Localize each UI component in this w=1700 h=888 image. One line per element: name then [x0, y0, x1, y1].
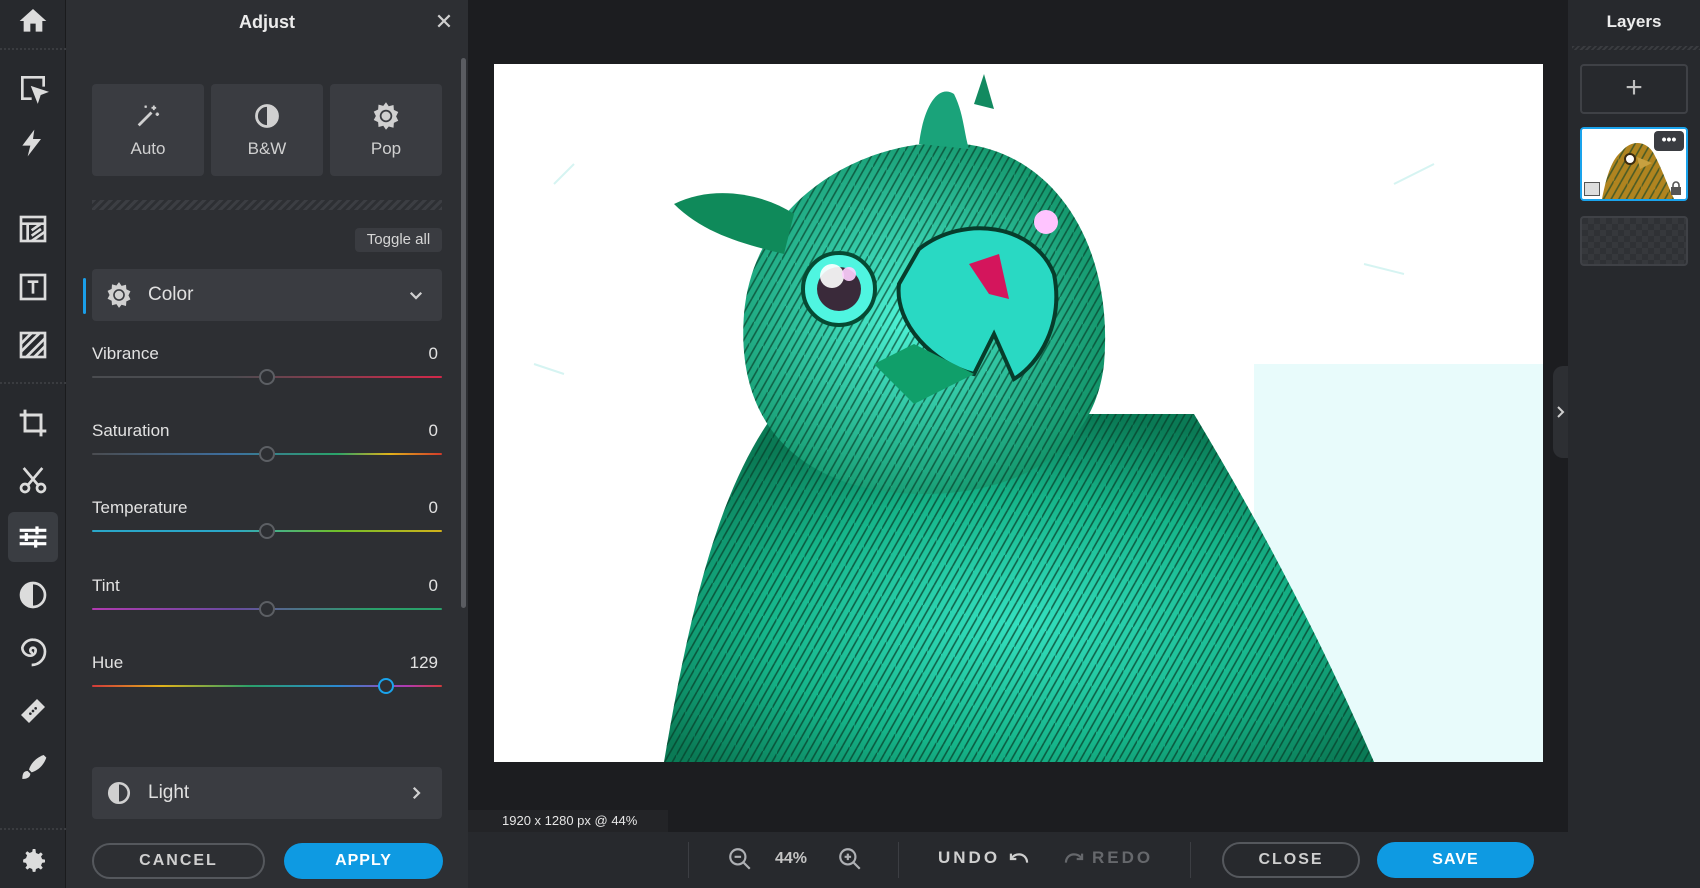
preset-auto-button[interactable]: Auto — [92, 84, 204, 176]
zoom-level: 44% — [775, 850, 808, 867]
slider-handle[interactable] — [259, 523, 275, 539]
photo-editor: Adjust ✕ Auto B&W Pop Toggle all Color V… — [0, 0, 1700, 888]
adjust-icon[interactable] — [8, 512, 58, 562]
retouch-icon[interactable] — [8, 686, 58, 736]
edited-bird-photo — [494, 64, 1543, 762]
close-button[interactable]: CLOSE — [1222, 842, 1360, 878]
preset-label: Auto — [130, 139, 166, 158]
save-button[interactable]: SAVE — [1377, 842, 1534, 878]
quick-actions-icon[interactable] — [8, 118, 58, 168]
tool-rail — [0, 0, 66, 888]
slider-saturation[interactable]: Saturation 0 — [92, 421, 442, 481]
cutout-icon[interactable] — [8, 455, 58, 505]
slider-value: 0 — [428, 576, 438, 595]
slider-handle[interactable] — [259, 369, 275, 385]
layers-panel: Layers + ••• — [1568, 0, 1700, 888]
cancel-button[interactable]: CANCEL — [92, 843, 265, 879]
slider-handle[interactable] — [378, 678, 394, 694]
crop-icon[interactable] — [8, 398, 58, 448]
toolbar-divider — [898, 842, 899, 878]
slider-label: Temperature — [92, 498, 188, 517]
chevron-right-icon — [406, 783, 426, 803]
close-icon[interactable]: ✕ — [434, 11, 454, 33]
slider-label: Tint — [92, 576, 120, 595]
slider-label: Hue — [92, 653, 124, 672]
slider-value: 0 — [428, 344, 438, 363]
slider-label: Saturation — [92, 421, 170, 440]
undo-icon[interactable] — [1008, 850, 1030, 868]
settings-icon[interactable] — [8, 836, 58, 886]
slider-tint[interactable]: Tint 0 — [92, 576, 442, 636]
zoom-in-icon[interactable] — [837, 846, 863, 872]
preset-label: B&W — [247, 139, 287, 158]
filters-icon[interactable] — [8, 570, 58, 620]
collapse-layers-tab[interactable] — [1553, 366, 1569, 458]
sun-icon — [104, 280, 134, 310]
layers-title: Layers — [1606, 12, 1662, 31]
toggle-all-button[interactable]: Toggle all — [355, 228, 442, 252]
section-label: Color — [148, 284, 194, 305]
apply-button[interactable]: APPLY — [284, 843, 443, 879]
sun-icon — [371, 101, 401, 131]
preset-label: Pop — [370, 139, 402, 158]
redo-button[interactable]: REDO — [1092, 848, 1153, 868]
templates-icon[interactable] — [8, 204, 58, 254]
color-section-header[interactable]: Color — [92, 269, 442, 321]
panel-title: Adjust — [239, 12, 295, 32]
preset-bw-button[interactable]: B&W — [211, 84, 323, 176]
slider-handle[interactable] — [259, 601, 275, 617]
add-layer-button[interactable]: + — [1580, 64, 1688, 114]
effects-icon[interactable] — [8, 320, 58, 370]
slider-temperature[interactable]: Temperature 0 — [92, 498, 442, 558]
light-section-header[interactable]: Light — [92, 767, 442, 819]
zoom-out-icon[interactable] — [727, 846, 753, 872]
image-dimensions: 1920 x 1280 px @ 44% — [468, 810, 668, 832]
rail-divider — [0, 48, 66, 50]
draw-icon[interactable] — [8, 742, 58, 792]
home-icon[interactable] — [8, 0, 58, 46]
slider-value: 0 — [428, 421, 438, 440]
liquify-icon[interactable] — [8, 628, 58, 678]
panel-scrollbar[interactable] — [461, 58, 466, 608]
slider-value: 0 — [428, 498, 438, 517]
chevron-right-icon — [1557, 406, 1565, 418]
contrast-icon — [252, 101, 282, 131]
divider — [1572, 46, 1700, 50]
slider-vibrance[interactable]: Vibrance 0 — [92, 344, 442, 404]
rail-divider — [0, 382, 66, 384]
image-canvas[interactable] — [494, 64, 1543, 762]
empty-layer[interactable] — [1580, 216, 1688, 266]
active-section-indicator — [83, 278, 86, 314]
preset-pop-button[interactable]: Pop — [330, 84, 442, 176]
arrange-icon[interactable] — [8, 63, 58, 113]
layer-options-icon[interactable]: ••• — [1654, 131, 1684, 151]
redo-icon[interactable] — [1063, 850, 1085, 868]
image-layer-icon — [1584, 182, 1600, 196]
slider-label: Vibrance — [92, 344, 159, 363]
divider — [92, 200, 442, 210]
lock-icon[interactable] — [1670, 181, 1682, 195]
toolbar-divider — [688, 842, 689, 878]
chevron-down-icon — [406, 285, 426, 305]
rail-divider — [0, 828, 66, 830]
slider-value: 129 — [409, 653, 438, 672]
toolbar-divider — [1190, 842, 1191, 878]
section-label: Light — [148, 782, 190, 803]
text-icon[interactable] — [8, 262, 58, 312]
slider-handle[interactable] — [259, 446, 275, 462]
contrast-icon — [104, 778, 134, 808]
magic-wand-icon — [133, 101, 163, 131]
slider-hue[interactable]: Hue 129 — [92, 653, 442, 713]
undo-button[interactable]: UNDO — [938, 848, 1000, 868]
